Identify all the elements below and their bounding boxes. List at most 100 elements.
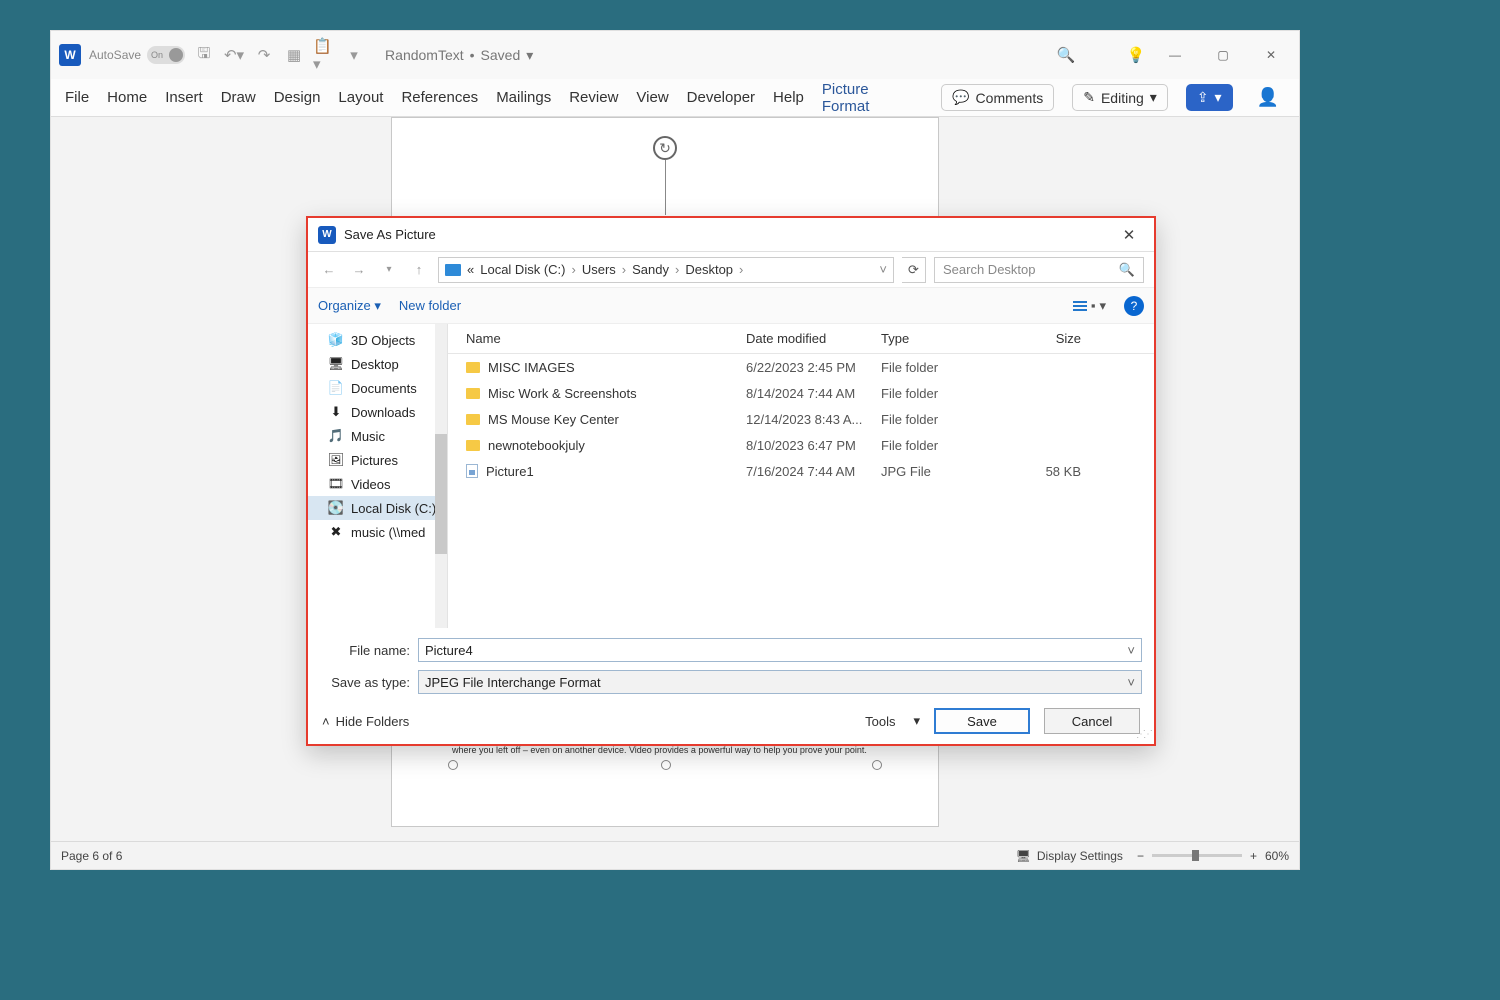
col-date[interactable]: Date modified [746, 331, 881, 346]
zoom-control[interactable]: − + 60% [1137, 849, 1289, 863]
breadcrumb-dropdown-icon[interactable]: ˅ [879, 262, 887, 277]
zoom-in-icon[interactable]: + [1250, 849, 1257, 863]
page-indicator[interactable]: Page 6 of 6 [61, 849, 122, 863]
paste-icon[interactable]: 📋▾ [313, 44, 335, 66]
folder-tree[interactable]: 🧊3D Objects🖥Desktop📄Documents⬇Downloads🎵… [308, 324, 448, 628]
tab-developer[interactable]: Developer [687, 89, 755, 106]
file-row[interactable]: MISC IMAGES6/22/2023 2:45 PMFile folder [448, 354, 1154, 380]
tab-references[interactable]: References [401, 89, 478, 106]
tree-item[interactable]: ⬇Downloads [308, 400, 447, 424]
breadcrumb[interactable]: « Local Disk (C:)› Users› Sandy› Desktop… [438, 257, 894, 283]
editing-mode-button[interactable]: ✎ Editing ▾ [1072, 84, 1168, 111]
breadcrumb-seg[interactable]: Desktop [685, 262, 733, 277]
tree-item-label: Videos [351, 477, 391, 492]
rotate-handle-icon[interactable] [653, 136, 677, 160]
tab-help[interactable]: Help [773, 89, 804, 106]
breadcrumb-seg[interactable]: Users [582, 262, 616, 277]
tab-home[interactable]: Home [107, 89, 147, 106]
dialog-close-button[interactable]: ✕ [1114, 226, 1144, 244]
tree-item[interactable]: 💽Local Disk (C:) [308, 496, 447, 520]
tab-design[interactable]: Design [274, 89, 321, 106]
tree-item[interactable]: 🎞Videos [308, 472, 447, 496]
breadcrumb-seg[interactable]: Sandy [632, 262, 669, 277]
nav-up-button[interactable]: ↑ [408, 259, 430, 281]
file-row[interactable]: newnotebookjuly8/10/2023 6:47 PMFile fol… [448, 432, 1154, 458]
resize-grip-icon[interactable]: ⋰⋰ [1136, 729, 1150, 740]
nav-back-button[interactable]: ← [318, 259, 340, 281]
scrollbar-thumb[interactable] [435, 434, 447, 554]
breadcrumb-seg[interactable]: Local Disk (C:) [480, 262, 565, 277]
nav-recent-button[interactable]: ▾ [378, 259, 400, 281]
save-icon[interactable]: 🖫 [193, 44, 215, 66]
autosave[interactable]: AutoSave On [89, 46, 185, 64]
tab-layout[interactable]: Layout [338, 89, 383, 106]
hide-folders-button[interactable]: ˄ Hide Folders [322, 714, 409, 729]
search-icon: 🔍 [1119, 262, 1135, 278]
cancel-button[interactable]: Cancel [1044, 708, 1140, 734]
tab-mailings[interactable]: Mailings [496, 89, 551, 106]
maximize-button[interactable]: ▢ [1203, 41, 1243, 69]
screen-icon: 🖥 [1016, 849, 1031, 863]
tab-view[interactable]: View [636, 89, 668, 106]
col-size[interactable]: Size [1011, 331, 1081, 346]
nav-forward-button[interactable]: → [348, 259, 370, 281]
qat-overflow-icon[interactable]: ▾ [343, 44, 365, 66]
account-icon[interactable]: 👤 [1251, 87, 1285, 108]
display-settings-button[interactable]: 🖥 Display Settings [1016, 849, 1123, 863]
new-folder-button[interactable]: New folder [399, 298, 461, 313]
undo-icon[interactable]: ↶▾ [223, 44, 245, 66]
file-row[interactable]: Misc Work & Screenshots8/14/2024 7:44 AM… [448, 380, 1154, 406]
tab-insert[interactable]: Insert [165, 89, 203, 106]
tab-review[interactable]: Review [569, 89, 618, 106]
filename-input[interactable]: Picture4 ˅ [418, 638, 1142, 662]
tab-file[interactable]: File [65, 89, 89, 106]
selection-handle[interactable] [661, 760, 671, 770]
comments-button[interactable]: 💬 Comments [941, 84, 1054, 111]
selection-handle[interactable] [872, 760, 882, 770]
autosave-toggle[interactable]: On [147, 46, 185, 64]
tree-item-label: Desktop [351, 357, 399, 372]
share-button[interactable]: ⇪▾ [1186, 84, 1233, 111]
chevron-up-icon: ˄ [322, 714, 330, 729]
column-headers[interactable]: Name Date modified Type Size [448, 324, 1154, 354]
zoom-slider[interactable] [1152, 854, 1242, 857]
search-icon[interactable]: 🔍 [1055, 44, 1077, 66]
file-row[interactable]: MS Mouse Key Center12/14/2023 8:43 A...F… [448, 406, 1154, 432]
col-name[interactable]: Name [466, 331, 746, 346]
file-date: 12/14/2023 8:43 A... [746, 412, 881, 427]
save-button[interactable]: Save [934, 708, 1030, 734]
chevron-down-icon[interactable]: ˅ [1127, 675, 1135, 690]
selection-handle[interactable] [448, 760, 458, 770]
tools-menu[interactable]: Tools▾ [865, 713, 920, 729]
saveastype-select[interactable]: JPEG File Interchange Format ˅ [418, 670, 1142, 694]
minimize-button[interactable]: — [1155, 41, 1195, 69]
search-input[interactable]: Search Desktop 🔍 [934, 257, 1144, 283]
document-title[interactable]: RandomText• Saved ▾ [385, 47, 533, 64]
tree-item-label: 3D Objects [351, 333, 415, 348]
view-options-button[interactable]: ▪▾ [1073, 298, 1106, 314]
file-row[interactable]: Picture17/16/2024 7:44 AMJPG File58 KB [448, 458, 1154, 484]
tree-item-icon: ✖ [328, 524, 344, 540]
chevron-down-icon[interactable]: ˅ [1127, 643, 1135, 658]
organize-button[interactable]: Organize ▾ [318, 298, 381, 314]
refresh-button[interactable]: ⟳ [902, 257, 926, 283]
tree-item[interactable]: 🧊3D Objects [308, 328, 447, 352]
close-button[interactable]: ✕ [1251, 41, 1291, 69]
ribbon-tabs: File Home Insert Draw Design Layout Refe… [51, 79, 1299, 117]
tree-item[interactable]: ✖music (\\med [308, 520, 447, 544]
table-icon[interactable]: ▦ [283, 44, 305, 66]
help-button[interactable]: ? [1124, 296, 1144, 316]
dialog-titlebar[interactable]: W Save As Picture ✕ [308, 218, 1154, 252]
tree-item[interactable]: 🖼Pictures [308, 448, 447, 472]
zoom-level[interactable]: 60% [1265, 849, 1289, 863]
tree-item[interactable]: 🖥Desktop [308, 352, 447, 376]
tree-item[interactable]: 📄Documents [308, 376, 447, 400]
redo-icon[interactable]: ↷ [253, 44, 275, 66]
lightbulb-icon[interactable]: 💡 [1125, 44, 1147, 66]
tab-picture-format[interactable]: Picture Format [822, 81, 905, 115]
tree-item-label: Downloads [351, 405, 415, 420]
col-type[interactable]: Type [881, 331, 1011, 346]
tree-item[interactable]: 🎵Music [308, 424, 447, 448]
tab-draw[interactable]: Draw [221, 89, 256, 106]
zoom-out-icon[interactable]: − [1137, 849, 1144, 863]
